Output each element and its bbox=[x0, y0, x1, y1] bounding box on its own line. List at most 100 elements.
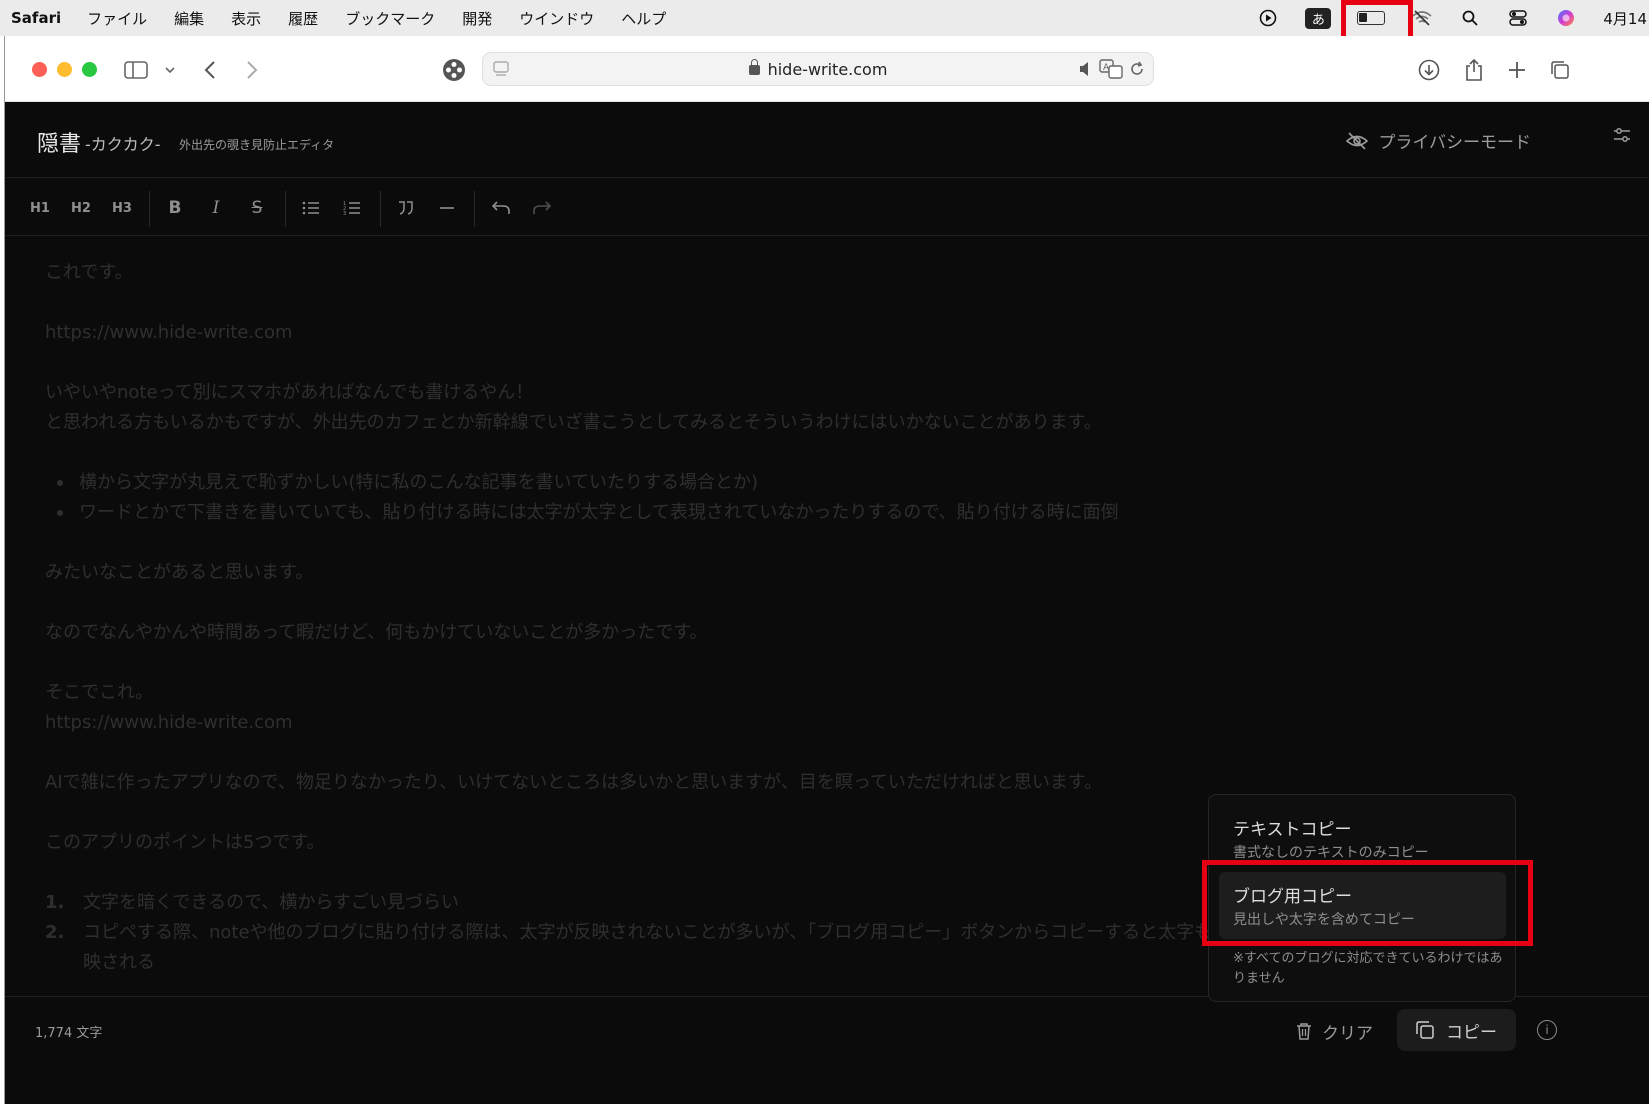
app-tagline: 外出先の覗き見防止エディタ bbox=[179, 138, 335, 152]
url-display[interactable]: hide-write.com bbox=[483, 59, 1153, 79]
forward-icon[interactable] bbox=[242, 54, 262, 86]
sidebar-toggle-icon[interactable] bbox=[122, 54, 150, 86]
list-item: 横から文字が丸見えで恥ずかしい(特に私のこんな記事を書いていたりする場合とか) bbox=[57, 468, 1245, 498]
strikethrough-button[interactable]: S bbox=[243, 195, 271, 221]
trash-icon bbox=[1297, 1023, 1311, 1040]
app-title: 隠書 bbox=[37, 132, 82, 157]
app-subtitle: -カクカク- bbox=[85, 135, 161, 154]
info-icon[interactable]: i bbox=[1537, 1020, 1557, 1040]
menu-edit[interactable]: 編集 bbox=[174, 8, 204, 29]
italic-button[interactable]: I bbox=[202, 195, 230, 221]
menubar-clock[interactable]: 4月14 bbox=[1603, 8, 1647, 29]
editor-paragraph: AIで雑に作ったアプリなので、物足りなかったり、いけてないところは多いかと思いま… bbox=[45, 772, 1103, 793]
heading1-button[interactable]: H1 bbox=[26, 195, 54, 221]
bold-button[interactable]: B bbox=[161, 195, 189, 221]
lock-icon bbox=[748, 59, 760, 75]
menubar-app-name[interactable]: Safari bbox=[11, 9, 61, 27]
downloads-icon[interactable] bbox=[1417, 54, 1441, 86]
editor-footer: 1,774 文字 クリア コピー i bbox=[5, 996, 1649, 1104]
option-title: テキストコピー bbox=[1233, 820, 1352, 840]
battery-icon[interactable] bbox=[1357, 11, 1386, 25]
privacy-mode-label: プライバシーモード bbox=[1378, 133, 1531, 153]
editor-bullet-list: 横から文字が丸見えで恥ずかしい(特に私のこんな記事を書いていたりする場合とか) … bbox=[57, 468, 1245, 528]
redo-icon[interactable] bbox=[528, 195, 556, 221]
heading3-button[interactable]: H3 bbox=[108, 195, 136, 221]
bullet-list-icon[interactable] bbox=[297, 195, 325, 221]
translate-icon[interactable]: A bbox=[1099, 59, 1123, 83]
wifi-off-icon[interactable] bbox=[1411, 7, 1433, 29]
browser-window: hide-write.com A 隠書 -カクカク- 外出先の覗き見防止エディタ… bbox=[4, 36, 1649, 1104]
editor-paragraph: みたいなことがあると思います。 bbox=[45, 562, 314, 583]
copy-label: コピー bbox=[1446, 1022, 1497, 1043]
option-description: 書式なしのテキストのみコピー bbox=[1233, 845, 1429, 861]
copy-options-dropdown: テキストコピー 書式なしのテキストのみコピー ブログ用コピー 見出しや太字を含め… bbox=[1208, 794, 1516, 1002]
list-item: ワードとかで下書きを書いていても、貼り付ける時には太字が太字として表現されていな… bbox=[57, 498, 1245, 528]
toolbar-separator bbox=[285, 191, 286, 227]
privacy-mode-button[interactable]: プライバシーモード bbox=[1346, 128, 1531, 153]
copy-button[interactable]: コピー bbox=[1397, 1009, 1516, 1051]
share-icon[interactable] bbox=[1463, 54, 1485, 86]
menu-view[interactable]: 表示 bbox=[231, 8, 261, 29]
menu-develop[interactable]: 開発 bbox=[462, 8, 492, 29]
option-description: 見出しや太字を含めてコピー bbox=[1233, 912, 1415, 928]
editor-paragraph: と思われる方もいるかもですが、外出先のカフェとか新幹線でいざ書こうとしてみるとそ… bbox=[45, 412, 1102, 433]
spotlight-search-icon[interactable] bbox=[1459, 7, 1481, 29]
minimize-window-button[interactable] bbox=[57, 62, 72, 77]
close-window-button[interactable] bbox=[32, 62, 47, 77]
url-text: hide-write.com bbox=[767, 60, 888, 79]
clear-label: クリア bbox=[1322, 1023, 1373, 1044]
clear-button[interactable]: クリア bbox=[1296, 1014, 1373, 1048]
menu-bookmarks[interactable]: ブックマーク bbox=[345, 8, 435, 29]
editor-paragraph: そこでこれ。 bbox=[45, 682, 154, 703]
blockquote-icon[interactable] bbox=[392, 195, 420, 221]
toolbar-separator bbox=[149, 191, 150, 227]
option-title: ブログ用コピー bbox=[1233, 887, 1352, 907]
editor-content[interactable]: これです。 https://www.hide-write.com いやいやnot… bbox=[45, 258, 1245, 978]
svg-text:A: A bbox=[1103, 63, 1110, 73]
blog-copy-option[interactable]: ブログ用コピー 見出しや太字を含めてコピー bbox=[1219, 872, 1506, 939]
settings-sliders-icon[interactable] bbox=[1613, 127, 1631, 148]
character-count: 1,774 文字 bbox=[35, 1026, 103, 1041]
svg-text:3: 3 bbox=[343, 211, 346, 216]
editor-app: 隠書 -カクカク- 外出先の覗き見防止エディタ プライバシーモード H1 H2 … bbox=[5, 102, 1649, 1104]
toolbar-separator bbox=[380, 191, 381, 227]
editor-link[interactable]: https://www.hide-write.com bbox=[45, 708, 1245, 738]
text-copy-option[interactable]: テキストコピー 書式なしのテキストのみコピー bbox=[1219, 805, 1506, 872]
reload-icon[interactable] bbox=[1129, 61, 1145, 81]
browser-toolbar: hide-write.com A bbox=[5, 36, 1649, 102]
macos-menubar: Safari ファイル 編集 表示 履歴 ブックマーク 開発 ウインドウ ヘルプ… bbox=[0, 0, 1649, 36]
list-item: 1. 文字を暗くできるので、横からすごい見づらい bbox=[45, 892, 460, 913]
app-header: 隠書 -カクカク- 外出先の覗き見防止エディタ プライバシーモード bbox=[5, 102, 1649, 178]
menu-window[interactable]: ウインドウ bbox=[519, 8, 594, 29]
address-bar[interactable]: hide-write.com A bbox=[482, 52, 1154, 86]
numbered-list-icon[interactable]: 123 bbox=[338, 195, 366, 221]
list-item: 2. コピペする際、noteや他のブログに貼り付ける際は、太字が反映されないことが… bbox=[45, 922, 1231, 973]
input-method-indicator[interactable]: あ bbox=[1305, 7, 1332, 29]
editor-numbered-list: 1. 文字を暗くできるので、横からすごい見づらい 2. コピペする際、noteや他の… bbox=[45, 888, 1245, 978]
horizontal-rule-icon[interactable] bbox=[433, 195, 461, 221]
back-icon[interactable] bbox=[200, 54, 220, 86]
dropdown-note: ※すべてのブログに対応できているわけではありません bbox=[1233, 951, 1503, 986]
editor-paragraph: これです。 bbox=[45, 262, 133, 283]
speaker-icon[interactable] bbox=[1079, 61, 1093, 81]
eye-off-icon bbox=[1346, 131, 1369, 150]
copy-icon bbox=[1416, 1021, 1434, 1039]
extension-icon[interactable] bbox=[441, 54, 467, 86]
tab-overview-icon[interactable] bbox=[1550, 54, 1570, 86]
undo-icon[interactable] bbox=[487, 195, 515, 221]
control-center-icon[interactable] bbox=[1507, 7, 1529, 29]
play-icon[interactable] bbox=[1257, 7, 1279, 29]
fullscreen-window-button[interactable] bbox=[82, 62, 97, 77]
siri-icon[interactable] bbox=[1555, 7, 1577, 29]
chevron-down-icon[interactable] bbox=[163, 54, 177, 86]
heading2-button[interactable]: H2 bbox=[67, 195, 95, 221]
toolbar-separator bbox=[474, 191, 475, 227]
new-tab-icon[interactable] bbox=[1507, 54, 1527, 86]
menu-file[interactable]: ファイル bbox=[87, 8, 147, 29]
formatting-toolbar: H1 H2 H3 B I S 123 bbox=[5, 179, 1649, 236]
editor-paragraph: なのでなんやかんや時間あって暇だけど、何もかけていないことが多かったです。 bbox=[45, 622, 708, 643]
menu-help[interactable]: ヘルプ bbox=[621, 8, 666, 29]
menu-history[interactable]: 履歴 bbox=[288, 8, 318, 29]
editor-paragraph: いやいやnoteって別にスマホがあればなんでも書けるやん！ bbox=[45, 382, 534, 403]
editor-link[interactable]: https://www.hide-write.com bbox=[45, 318, 1245, 348]
